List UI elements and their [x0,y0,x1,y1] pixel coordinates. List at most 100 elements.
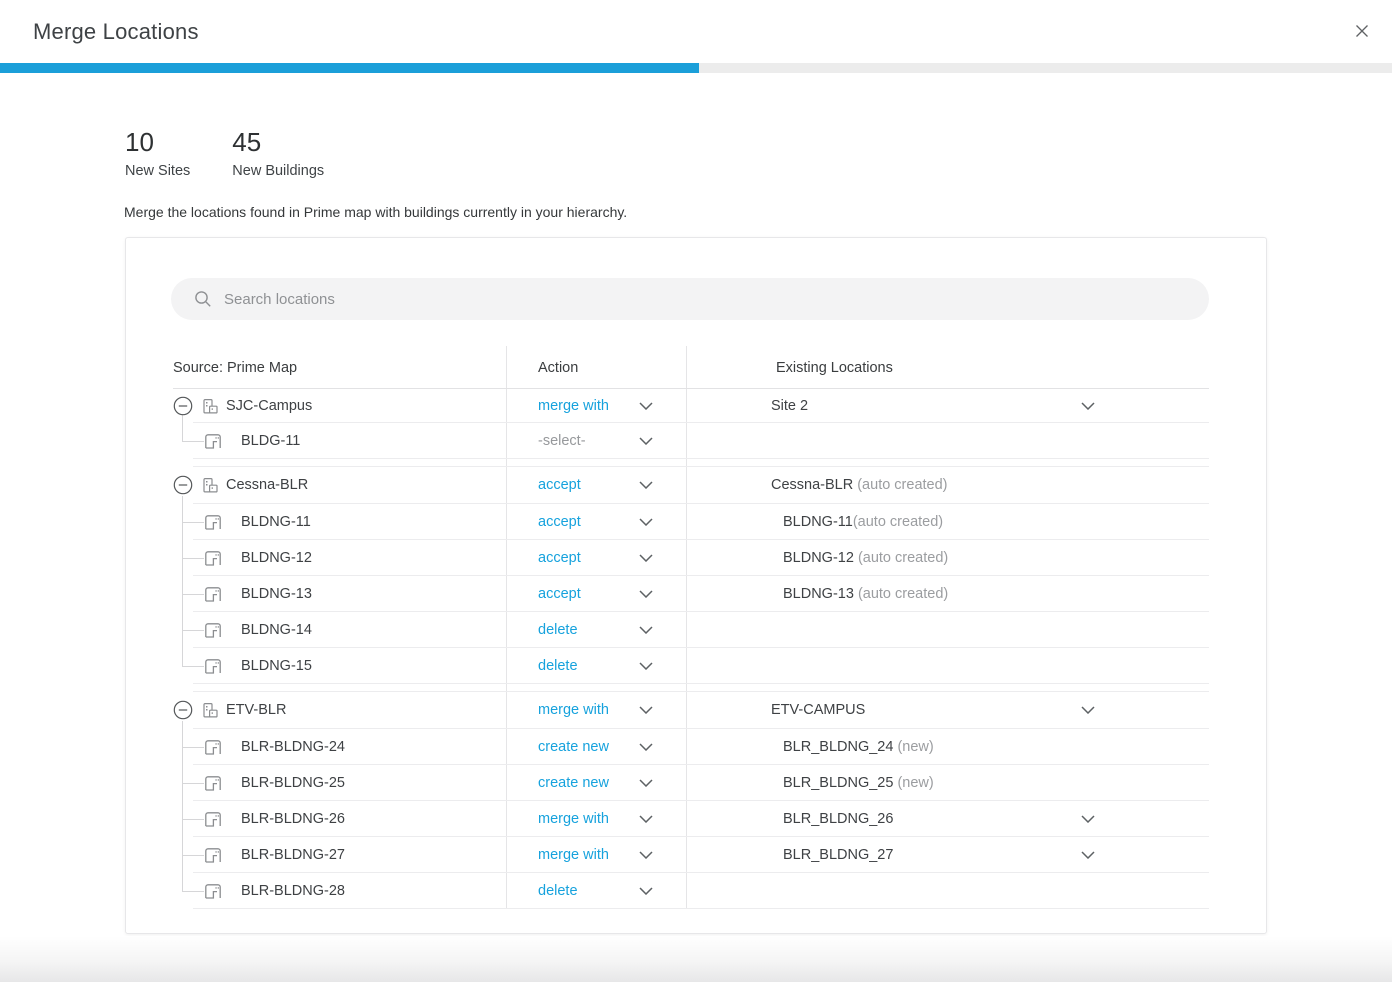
building-cell: BLR-BLDNG-28 [173,873,506,909]
action-dropdown[interactable]: delete [506,648,686,684]
building-icon [204,811,222,827]
action-dropdown[interactable]: merge with [506,837,686,873]
action-dropdown[interactable]: accept [506,504,686,540]
existing-location-cell: BLR_BLDNG_24 (new) [686,729,1209,765]
building-cell: BLR-BLDNG-24 [173,729,506,765]
action-value: merge with [538,811,609,827]
action-value: accept [538,514,581,530]
building-cell: BLDG-11 [173,423,506,459]
close-button[interactable] [1348,18,1376,46]
building-row: BLR-BLDNG-28 delete [173,873,1209,909]
building-icon [204,775,222,791]
existing-location-cell[interactable]: BLR_BLDNG_27 [686,837,1209,873]
chevron-down-icon [639,706,653,714]
action-dropdown[interactable]: create new [506,765,686,801]
merge-table: Source: Prime Map Action Existing Locati… [173,346,1209,909]
action-dropdown[interactable]: create new [506,729,686,765]
existing-name: BLDNG-12 [783,550,854,566]
existing-location-cell: BLDNG-12 (auto created) [686,540,1209,576]
building-name: BLDNG-13 [241,586,312,602]
action-value: merge with [538,847,609,863]
building-row: BLDNG-15 delete [173,648,1209,684]
action-dropdown[interactable]: merge with [506,389,686,423]
stat-label: New Sites [125,163,190,179]
action-dropdown[interactable]: delete [506,612,686,648]
page-title: Merge Locations [33,0,199,63]
building-row: BLDG-11 -select- [173,423,1209,459]
building-row: BLR-BLDNG-25 create new BLR_BLDNG_25 (ne… [173,765,1209,801]
action-value: delete [538,658,578,674]
action-dropdown[interactable]: accept [506,466,686,504]
column-header-existing: Existing Locations [686,360,1209,376]
existing-note: (new) [893,739,933,755]
action-value: accept [538,550,581,566]
dialog-header: Merge Locations [0,0,1392,63]
building-row: BLR-BLDNG-26 merge with BLR_BLDNG_26 [173,801,1209,837]
collapse-toggle-icon[interactable] [173,700,193,720]
chevron-down-icon [639,851,653,859]
action-value: delete [538,622,578,638]
building-row: BLDNG-11 accept BLDNG-11(auto created) [173,504,1209,540]
existing-note: (auto created) [853,477,947,493]
site-name: Cessna-BLR [226,477,308,493]
location-group: Cessna-BLR accept Cessna-BLR (auto creat… [173,466,1209,684]
action-dropdown[interactable]: merge with [506,801,686,837]
action-dropdown[interactable]: -select- [506,423,686,459]
building-icon [204,739,222,755]
progress-bar [0,63,1392,73]
collapse-toggle-icon[interactable] [173,475,193,495]
action-dropdown[interactable]: accept [506,540,686,576]
stat-value: 45 [232,127,324,157]
building-name: BLR-BLDNG-24 [241,739,345,755]
existing-name: BLDNG-11 [783,514,853,530]
action-value: -select- [538,433,586,449]
existing-location-cell[interactable]: BLR_BLDNG_26 [686,801,1209,837]
existing-location-cell[interactable]: ETV-CAMPUS [686,691,1209,729]
stat-value: 10 [125,127,190,157]
action-dropdown[interactable]: delete [506,873,686,909]
building-icon [204,622,222,638]
existing-name: BLR_BLDNG_25 [783,775,893,791]
campus-icon [200,702,219,719]
action-value: accept [538,477,581,493]
action-value: merge with [538,398,609,414]
stat-new-sites: 10 New Sites [125,127,190,179]
existing-name: BLR_BLDNG_27 [783,847,893,863]
building-row: BLR-BLDNG-27 merge with BLR_BLDNG_27 [173,837,1209,873]
chevron-down-icon [639,626,653,634]
column-header-action: Action [506,360,686,376]
existing-location-cell[interactable]: Site 2 [686,389,1209,423]
search-input[interactable] [222,290,1126,309]
action-dropdown[interactable]: accept [506,576,686,612]
building-icon [204,433,222,449]
chevron-down-icon [639,554,653,562]
chevron-down-icon [639,590,653,598]
site-name: ETV-BLR [226,702,286,718]
building-cell: BLDNG-11 [173,504,506,540]
chevron-down-icon [639,815,653,823]
action-dropdown[interactable]: merge with [506,691,686,729]
campus-icon [200,398,219,415]
chevron-down-icon [639,743,653,751]
building-name: BLR-BLDNG-26 [241,811,345,827]
site-cell: ETV-BLR [173,691,506,729]
progress-bar-fill [0,63,699,73]
action-value: create new [538,775,609,791]
existing-note: (auto created) [854,586,948,602]
existing-location-cell [686,612,1209,648]
existing-name: BLDNG-13 [783,586,854,602]
existing-note: (auto created) [854,550,948,566]
collapse-toggle-icon[interactable] [173,396,193,416]
site-row: Cessna-BLR accept Cessna-BLR (auto creat… [173,466,1209,504]
chevron-down-icon [639,779,653,787]
building-icon [204,550,222,566]
chevron-down-icon [639,402,653,410]
existing-name: Cessna-BLR [771,477,853,493]
building-icon [204,586,222,602]
dialog-footer [0,936,1392,982]
search-bar[interactable] [171,278,1209,320]
existing-location-cell: BLDNG-13 (auto created) [686,576,1209,612]
building-name: BLDNG-14 [241,622,312,638]
action-value: accept [538,586,581,602]
chevron-down-icon [639,662,653,670]
